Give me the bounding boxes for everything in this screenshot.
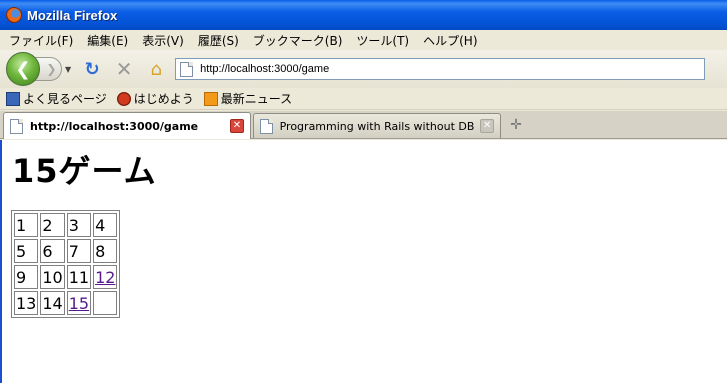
board-cell: 5	[14, 239, 39, 263]
most-visited-icon	[6, 91, 20, 106]
board-cell: 11	[66, 265, 92, 289]
close-tab-icon[interactable]: ✕	[480, 119, 494, 133]
board-row: 13 14 15	[14, 291, 118, 315]
back-arrow-icon: ❮	[15, 58, 31, 80]
bookmark-label: はじめよう	[133, 92, 194, 106]
plus-icon: ✛	[510, 117, 522, 133]
board-cell[interactable]: 12	[93, 265, 118, 289]
bookmark-label: よく見るページ	[23, 92, 107, 106]
bookmark-label: 最新ニュース	[220, 92, 293, 106]
new-tab-button[interactable]: ✛	[503, 114, 529, 136]
tile-move-link[interactable]: 12	[95, 268, 115, 287]
menu-help[interactable]: ヘルプ(H)	[418, 32, 482, 49]
stop-button[interactable]: ✕	[111, 56, 137, 82]
rss-feed-icon	[203, 91, 218, 106]
puzzle-board: 1 2 3 4 5 6 7 8 9 10 11 12 13 14 15	[11, 210, 121, 318]
forward-arrow-icon: ❯	[46, 62, 57, 76]
bookmark-getting-started[interactable]: はじめよう	[116, 90, 194, 107]
history-dropdown-icon[interactable]: ▼	[65, 65, 71, 74]
menu-edit[interactable]: 編集(E)	[82, 32, 133, 49]
board-cell: 7	[66, 239, 92, 263]
board-cell	[93, 291, 118, 315]
tab-strip: http://localhost:3000/game ✕ Programming…	[0, 111, 727, 139]
menu-view[interactable]: 表示(V)	[137, 32, 189, 49]
reload-button[interactable]: ↻	[79, 56, 105, 82]
stop-icon: ✕	[115, 57, 133, 81]
tab-label: Programming with Rails without DB	[279, 119, 475, 133]
board-cell: 9	[14, 265, 39, 289]
home-icon: ⌂	[150, 58, 162, 80]
url-text: http://localhost:3000/game	[200, 63, 330, 75]
tile-move-link[interactable]: 15	[69, 294, 89, 313]
board-row: 9 10 11 12	[14, 265, 118, 289]
firefox-logo-icon	[6, 7, 22, 23]
window-title: Mozilla Firefox	[27, 7, 118, 23]
menu-history[interactable]: 履歴(S)	[193, 32, 244, 49]
menu-bar: ファイル(F) 編集(E) 表示(V) 履歴(S) ブックマーク(B) ツール(…	[0, 30, 727, 50]
window-title-bar: Mozilla Firefox	[0, 0, 727, 30]
page-title: 15ゲーム	[12, 152, 157, 190]
board-cell: 10	[40, 265, 65, 289]
menu-tools[interactable]: ツール(T)	[351, 32, 414, 49]
page-icon	[10, 118, 23, 134]
getting-started-icon	[116, 91, 131, 106]
bookmark-most-visited[interactable]: よく見るページ	[6, 90, 107, 107]
board-cell[interactable]: 15	[66, 291, 92, 315]
navigation-toolbar: ❮ ❯ ▼ ↻ ✕ ⌂ http://localhost:3000/game	[0, 50, 727, 88]
board-cell: 13	[14, 291, 39, 315]
back-button[interactable]: ❮	[6, 52, 40, 86]
tab-label: http://localhost:3000/game	[30, 119, 199, 133]
board-cell: 2	[40, 213, 65, 237]
board-cell: 1	[14, 213, 39, 237]
board-cell: 14	[40, 291, 65, 315]
menu-file[interactable]: ファイル(F)	[4, 32, 78, 49]
page-icon	[180, 61, 194, 77]
board-cell: 8	[93, 239, 118, 263]
board-cell: 6	[40, 239, 65, 263]
board-row: 5678	[14, 239, 118, 263]
menu-bookmarks[interactable]: ブックマーク(B)	[248, 32, 348, 49]
board-cell: 3	[66, 213, 92, 237]
page-content: 15ゲーム 1 2 3 4 5 6 7 8 9 10 11 12 13 14 15	[0, 140, 727, 383]
bookmark-latest-news[interactable]: 最新ニュース	[203, 90, 293, 107]
bookmarks-toolbar: よく見るページ はじめよう 最新ニュース	[0, 88, 727, 110]
board-cell: 4	[93, 213, 118, 237]
reload-icon: ↻	[84, 58, 100, 80]
board-row: 1234	[14, 213, 118, 237]
close-tab-icon[interactable]: ✕	[230, 119, 244, 133]
tab-game[interactable]: http://localhost:3000/game ✕	[3, 112, 251, 139]
tab-programming-rails[interactable]: Programming with Rails without DB ✕	[253, 113, 501, 138]
url-bar[interactable]: http://localhost:3000/game	[175, 58, 706, 80]
page-icon	[260, 118, 273, 134]
home-button[interactable]: ⌂	[143, 56, 169, 82]
